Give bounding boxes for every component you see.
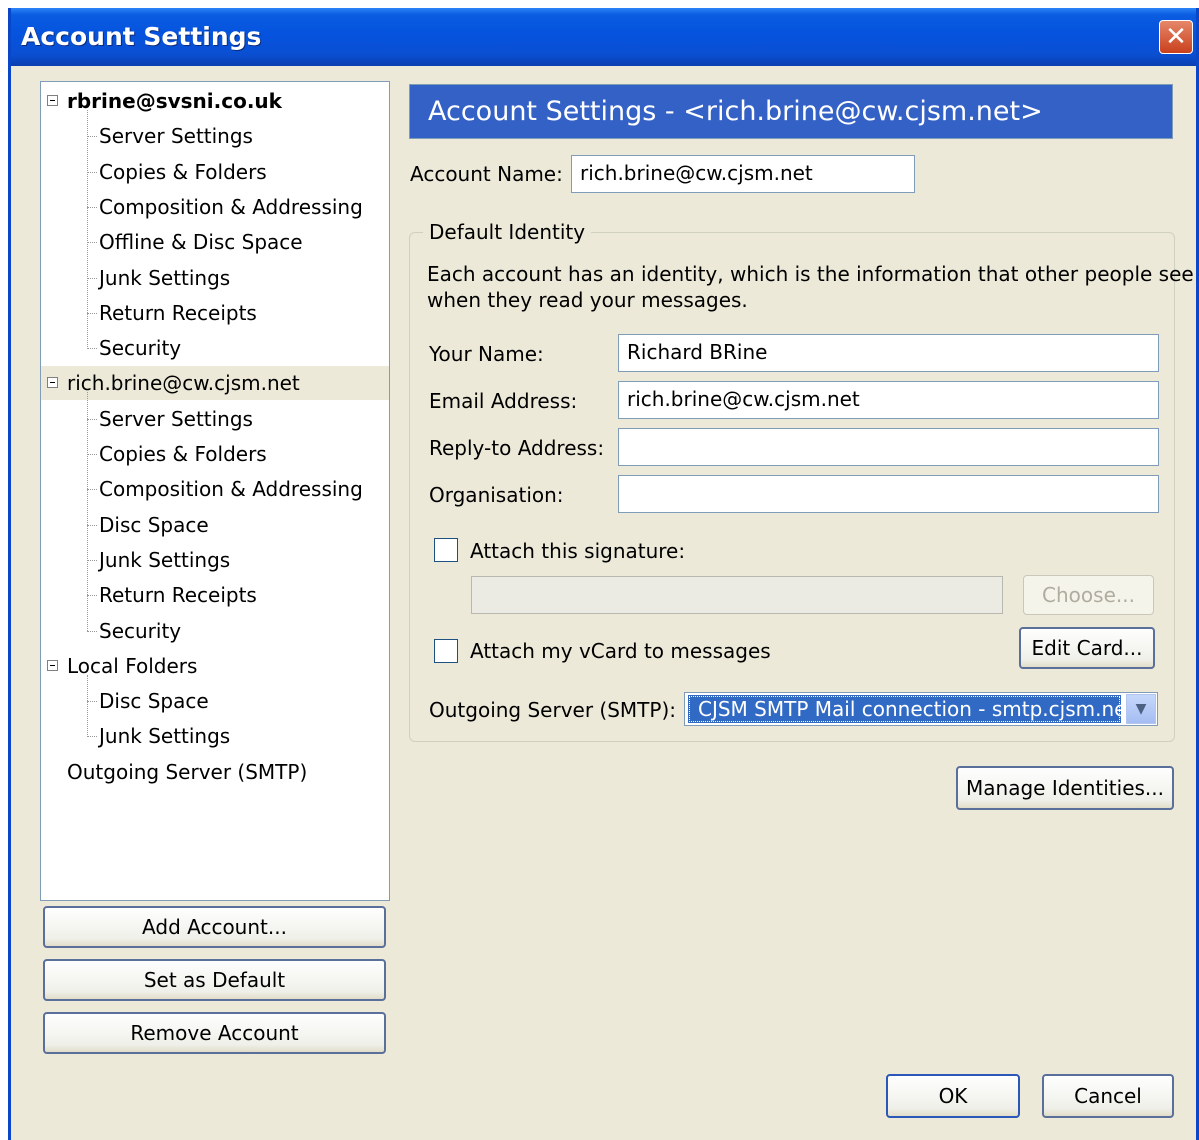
outgoing-server-select[interactable]: CJSM SMTP Mail connection - smtp.cjsm.ne…: [684, 692, 1158, 726]
tree-item-label: Junk Settings: [99, 724, 231, 749]
collapse-icon[interactable]: [47, 659, 58, 671]
tree-connector: [87, 524, 97, 526]
email-address-label: Email Address:: [429, 389, 578, 413]
tree-item-row[interactable]: Return Receipts: [41, 578, 389, 612]
tree-connector: [87, 559, 97, 561]
tree-item-label: Copies & Folders: [99, 442, 267, 466]
tree-item-row[interactable]: Server Settings: [41, 119, 389, 153]
tree-item-label: Copies & Folders: [99, 159, 267, 184]
your-name-field[interactable]: Richard BRine: [618, 334, 1159, 372]
tree-connector: [87, 277, 97, 279]
tree-item-row[interactable]: Offline & Disc Space: [41, 225, 389, 259]
panel-header: Account Settings - <rich.brine@cw.cjsm.n…: [409, 84, 1173, 139]
tree-account-row[interactable]: rich.brine@cw.cjsm.net: [41, 366, 389, 401]
tree-connector: [87, 136, 97, 138]
account-name-field[interactable]: rich.brine@cw.cjsm.net: [571, 155, 915, 193]
tree-item-row[interactable]: Copies & Folders: [41, 155, 389, 189]
signature-file-field: [471, 576, 1003, 614]
tree-connector: [87, 171, 97, 173]
account-name-label: Account Name:: [410, 162, 563, 186]
organisation-field[interactable]: [618, 475, 1159, 513]
tree-item-row[interactable]: Composition & Addressing: [41, 190, 389, 224]
tree-item-row[interactable]: Security: [41, 614, 389, 648]
tree-connector: [87, 348, 97, 350]
tree-item-row[interactable]: Disc Space: [41, 508, 389, 542]
attach-vcard-checkbox[interactable]: [434, 639, 458, 663]
tree-connector: [87, 418, 97, 420]
tree-item-label: Server Settings: [99, 124, 253, 149]
tree-connector: [87, 454, 97, 455]
tree-item-row[interactable]: Disc Space: [41, 684, 389, 718]
tree-connector: [87, 595, 97, 597]
tree-connector: [87, 701, 97, 703]
tree-connector: [87, 242, 97, 244]
manage-identities-button[interactable]: Manage Identities...: [956, 766, 1174, 810]
tree-item-row[interactable]: Copies & Folders: [41, 437, 389, 471]
window-title: Account Settings: [21, 22, 262, 51]
tree-item-label: Composition & Addressing: [99, 194, 363, 219]
your-name-label: Your Name:: [429, 342, 544, 366]
attach-vcard-label: Attach my vCard to messages: [470, 639, 771, 663]
tree-account-label: rbrine@svsni.co.uk: [67, 89, 282, 113]
account-settings-window: Account Settings ✕ rbrine@svsni.co.uk Ser…: [8, 8, 1199, 1140]
tree-connector: [87, 312, 97, 314]
tree-connector: [87, 674, 88, 738]
identity-description-line2: when they read your messages.: [427, 288, 748, 312]
email-address-field[interactable]: rich.brine@cw.cjsm.net: [618, 381, 1159, 419]
tree-item-label: Junk Settings: [99, 547, 231, 572]
tree-connector: [87, 206, 97, 208]
tree-item-row[interactable]: Composition & Addressing: [41, 472, 389, 506]
tree-item-label: Composition & Addressing: [99, 477, 363, 502]
tree-connector: [87, 392, 88, 632]
tree-outgoing-server[interactable]: Outgoing Server (SMTP): [41, 755, 389, 789]
tree-item-row[interactable]: Return Receipts: [41, 296, 389, 330]
outgoing-server-value: CJSM SMTP Mail connection - smtp.cjsm.ne…: [688, 695, 1121, 723]
tree-connector: [87, 736, 97, 738]
tree-item-label: Junk Settings: [99, 265, 231, 290]
tree-item-label: Return Receipts: [99, 300, 257, 325]
collapse-icon[interactable]: [47, 95, 58, 106]
cancel-button[interactable]: Cancel: [1042, 1074, 1174, 1118]
tree-item-row[interactable]: Junk Settings: [41, 261, 389, 295]
tree-connector: [87, 489, 97, 491]
reply-to-field[interactable]: [618, 428, 1159, 466]
add-account-button[interactable]: Add Account...: [43, 906, 386, 948]
tree-item-label: Disc Space: [99, 689, 209, 714]
tree-item-row[interactable]: Junk Settings: [41, 719, 389, 753]
identity-description-line1: Each account has an identity, which is t…: [427, 262, 1194, 286]
tree-item-row[interactable]: Junk Settings: [41, 543, 389, 577]
tree-connector: [87, 630, 97, 632]
tree-account-label: rich.brine@cw.cjsm.net: [67, 371, 300, 396]
tree-item-row[interactable]: Security: [41, 331, 389, 365]
tree-connector: [87, 110, 88, 349]
ok-button[interactable]: OK: [886, 1074, 1020, 1118]
set-as-default-button[interactable]: Set as Default: [43, 959, 386, 1001]
default-identity-title: Default Identity: [423, 220, 592, 244]
tree-item-label: Offline & Disc Space: [99, 230, 303, 255]
tree-item-row[interactable]: Server Settings: [41, 402, 389, 436]
tree-outgoing-server-label: Outgoing Server (SMTP): [67, 759, 308, 784]
tree-item-label: Return Receipts: [99, 583, 257, 608]
tree-account-row[interactable]: rbrine@svsni.co.uk: [41, 84, 389, 118]
chevron-down-icon[interactable]: ▼: [1126, 694, 1156, 724]
tree-account-row[interactable]: Local Folders: [41, 649, 389, 683]
tree-item-label: Disc Space: [99, 512, 209, 537]
reply-to-label: Reply-to Address:: [429, 436, 605, 460]
choose-signature-button: Choose...: [1023, 575, 1154, 615]
tree-item-label: Server Settings: [99, 406, 253, 431]
attach-signature-label: Attach this signature:: [470, 539, 686, 563]
remove-account-button[interactable]: Remove Account: [43, 1012, 386, 1054]
tree-item-label: Security: [99, 618, 182, 643]
title-bar: Account Settings ✕: [11, 8, 1196, 66]
collapse-icon[interactable]: [47, 377, 58, 389]
tree-item-label: Security: [99, 336, 182, 361]
close-icon[interactable]: ✕: [1159, 20, 1193, 54]
organisation-label: Organisation:: [429, 483, 564, 507]
edit-card-button[interactable]: Edit Card...: [1019, 627, 1155, 669]
attach-signature-checkbox[interactable]: [434, 538, 458, 562]
outgoing-server-label: Outgoing Server (SMTP):: [429, 698, 676, 722]
account-tree[interactable]: rbrine@svsni.co.uk Server Settings Copies …: [40, 81, 390, 901]
